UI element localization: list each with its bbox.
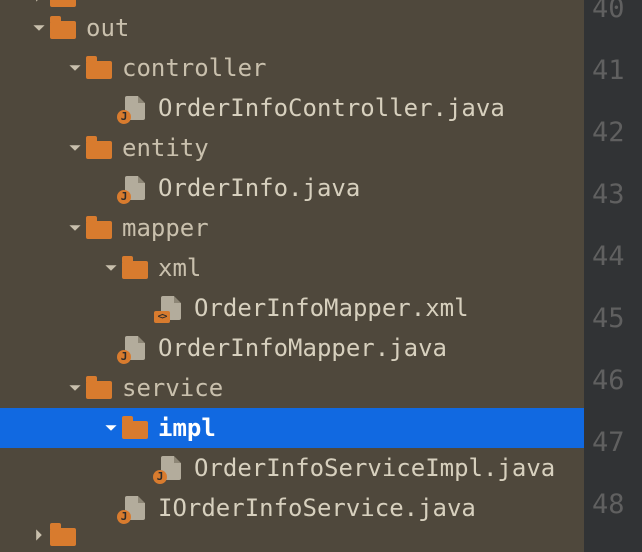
tree-row-truncated-bottom[interactable]: [0, 528, 584, 542]
folder-icon: [50, 522, 76, 548]
tree-row[interactable]: entity: [0, 128, 584, 168]
tree-row[interactable]: J OrderInfoServiceImpl.java: [0, 448, 584, 488]
tree-row[interactable]: out: [0, 8, 584, 48]
chevron-down-icon[interactable]: [66, 221, 84, 235]
folder-icon: [50, 15, 76, 41]
line-number: 46: [584, 350, 636, 412]
tree-row-label: OrderInfoServiceImpl.java: [194, 448, 555, 488]
tree-row-label: mapper: [122, 208, 209, 248]
folder-icon: [86, 55, 112, 81]
line-number: 45: [584, 288, 636, 350]
tree-row[interactable]: J OrderInfoMapper.java: [0, 328, 584, 368]
line-number-gutter: 404142434445464748: [584, 0, 642, 552]
java-file-icon: J: [122, 495, 148, 521]
tree-row-label: OrderInfo.java: [158, 168, 360, 208]
tree-row-truncated-top[interactable]: [0, 0, 584, 8]
line-number: 40: [584, 0, 636, 40]
xml-file-icon: <>: [158, 295, 184, 321]
tree-row[interactable]: J OrderInfoController.java: [0, 88, 584, 128]
folder-icon: [122, 415, 148, 441]
tree-row-label: out: [86, 8, 129, 48]
line-number: 41: [584, 40, 636, 102]
tree-row-label: OrderInfoMapper.java: [158, 328, 447, 368]
tree-row[interactable]: xml: [0, 248, 584, 288]
tree-row[interactable]: J OrderInfo.java: [0, 168, 584, 208]
chevron-down-icon[interactable]: [66, 381, 84, 395]
chevron-right-icon: [30, 528, 48, 542]
java-file-icon: J: [122, 175, 148, 201]
tree-row-label: OrderInfoMapper.xml: [194, 288, 469, 328]
java-file-icon: J: [122, 95, 148, 121]
tree-row[interactable]: controller: [0, 48, 584, 88]
line-number: 47: [584, 412, 636, 474]
tree-row-label: service: [122, 368, 223, 408]
java-file-icon: J: [122, 335, 148, 361]
tree-row-label: OrderInfoController.java: [158, 88, 505, 128]
tree-row[interactable]: mapper: [0, 208, 584, 248]
folder-icon: [86, 375, 112, 401]
chevron-down-icon[interactable]: [102, 261, 120, 275]
folder-icon: [86, 135, 112, 161]
chevron-down-icon[interactable]: [66, 141, 84, 155]
tree-row-label: controller: [122, 48, 267, 88]
tree-row[interactable]: J IOrderInfoService.java: [0, 488, 584, 528]
folder-icon: [50, 0, 76, 9]
line-number: 44: [584, 226, 636, 288]
tree-row-label: impl: [158, 408, 216, 448]
chevron-down-icon[interactable]: [30, 21, 48, 35]
line-number: 43: [584, 164, 636, 226]
tree-row-label: IOrderInfoService.java: [158, 488, 476, 528]
folder-icon: [86, 215, 112, 241]
tree-row[interactable]: <> OrderInfoMapper.xml: [0, 288, 584, 328]
tree-row-label: entity: [122, 128, 209, 168]
tree-row[interactable]: service: [0, 368, 584, 408]
line-number: 42: [584, 102, 636, 164]
line-number: 48: [584, 474, 636, 536]
chevron-down-icon[interactable]: [102, 421, 120, 435]
project-tree[interactable]: outcontroller J OrderInfoController.javaen…: [0, 0, 584, 552]
folder-icon: [122, 255, 148, 281]
chevron-down-icon[interactable]: [66, 61, 84, 75]
chevron-right-icon: [30, 0, 48, 3]
tree-row-label: xml: [158, 248, 201, 288]
java-file-icon: J: [158, 455, 184, 481]
tree-row[interactable]: impl: [0, 408, 584, 448]
